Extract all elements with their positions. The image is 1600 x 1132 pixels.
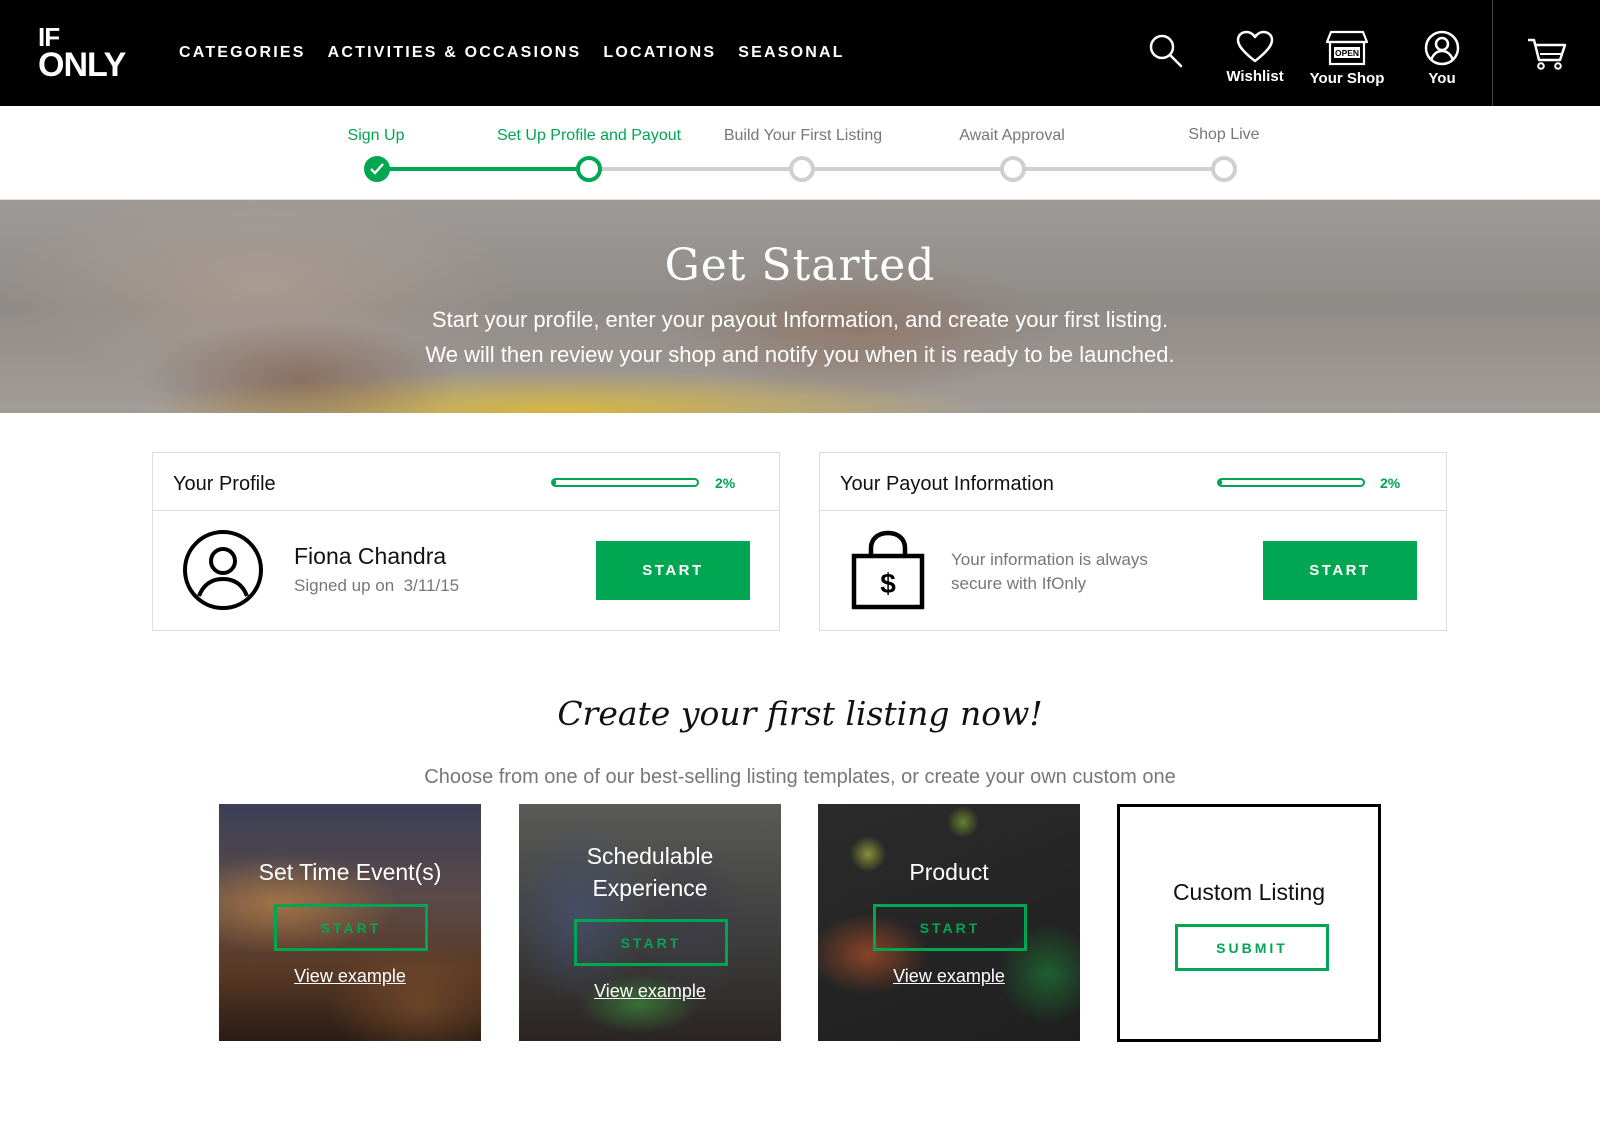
hero-title: Get Started — [664, 240, 936, 291]
template-label-set-time-event: Set Time Event(s) — [258, 859, 442, 885]
signup-date: Signed up on 3/11/15 — [294, 576, 459, 596]
secure-lock-icon: $ — [851, 530, 925, 610]
payout-progress-percent: 2% — [1380, 475, 1401, 491]
payout-card: Your Payout Information 2% $ Your inform… — [819, 452, 1447, 631]
template-label-schedulable-experience: Schedulable Experience — [519, 840, 781, 904]
profile-name: Fiona Chandra — [294, 543, 447, 569]
account-button[interactable]: You — [1422, 30, 1462, 87]
ifonly-logo[interactable]: IF ONLY — [38, 24, 142, 84]
payout-card-title: Your Payout Information — [840, 473, 1054, 495]
template-tile-schedulable-experience[interactable]: Schedulable Experience START View exampl… — [519, 804, 781, 1041]
shop-sign-text: OPEN — [1335, 48, 1359, 58]
nav-seasonal[interactable]: SEASONAL — [738, 44, 845, 62]
nav-locations[interactable]: LOCATIONS — [603, 44, 716, 62]
payout-security-note: Your information is always secure with I… — [951, 548, 1191, 596]
template-tile-set-time-event[interactable]: Set Time Event(s) START View example — [219, 804, 481, 1041]
cart-button[interactable] — [1526, 36, 1568, 70]
payout-card-header: Your Payout Information 2% — [820, 453, 1446, 511]
checkmark-icon — [370, 163, 384, 175]
you-label: You — [1428, 70, 1456, 87]
logo-line-2: ONLY — [38, 46, 126, 84]
main-nav: CATEGORIES ACTIVITIES & OCCASIONS LOCATI… — [179, 44, 845, 62]
hero-banner: Get Started Start your profile, enter yo… — [0, 200, 1600, 413]
your-shop-button[interactable]: OPEN Your Shop — [1309, 30, 1385, 87]
shop-open-icon: OPEN — [1325, 30, 1369, 66]
step-label-profile-payout: Set Up Profile and Payout — [496, 127, 682, 144]
profile-card-title: Your Profile — [173, 473, 276, 495]
signup-date-value: 3/11/15 — [403, 576, 460, 595]
listing-section-subtitle: Choose from one of our best-selling list… — [424, 766, 1176, 788]
dollar-sign: $ — [880, 568, 896, 599]
step-dot-await-approval — [1000, 156, 1026, 182]
onboarding-stepper: Sign Up Set Up Profile and Payout Build … — [0, 106, 1600, 200]
step-label-first-listing: Build Your First Listing — [723, 127, 883, 144]
user-icon — [1424, 30, 1460, 66]
step-label-sign-up: Sign Up — [347, 127, 405, 144]
profile-progress-percent: 2% — [715, 475, 736, 491]
template-tile-product[interactable]: Product START View example — [818, 804, 1080, 1041]
step-dot-first-listing — [789, 156, 815, 182]
payout-progress-fill — [1219, 480, 1222, 485]
signup-date-label: Signed up on — [294, 576, 395, 595]
hero-subtitle-line-2: We will then review your shop and notify… — [425, 342, 1175, 367]
step-dot-shop-live — [1211, 156, 1237, 182]
profile-card-header: Your Profile 2% — [153, 453, 779, 511]
wishlist-label: Wishlist — [1226, 68, 1284, 85]
set-time-event-view-example-link[interactable]: View example — [219, 966, 481, 987]
hero-subtitle-line-1: Start your profile, enter your payout In… — [431, 307, 1169, 332]
schedulable-experience-start-button[interactable]: START — [574, 919, 728, 966]
step-label-await-approval: Await Approval — [959, 127, 1065, 144]
profile-start-button[interactable]: START — [596, 541, 750, 600]
product-view-example-link[interactable]: View example — [818, 966, 1080, 987]
step-dot-sign-up — [364, 156, 390, 182]
step-track-complete — [377, 167, 589, 171]
wishlist-button[interactable]: Wishlist — [1222, 30, 1288, 85]
template-tile-custom-listing[interactable]: Custom Listing SUBMIT — [1117, 804, 1381, 1042]
search-icon — [1149, 34, 1183, 68]
payout-start-button[interactable]: START — [1263, 541, 1417, 600]
avatar-icon — [183, 530, 263, 610]
header-divider — [1492, 0, 1493, 106]
heart-icon — [1236, 30, 1274, 63]
payout-note-line-2: secure with IfOnly — [951, 574, 1087, 593]
template-label-line-2: Experience — [592, 875, 708, 901]
search-button[interactable] — [1148, 33, 1184, 69]
template-label-product: Product — [909, 859, 989, 885]
nav-activities-occasions[interactable]: ACTIVITIES & OCCASIONS — [328, 44, 582, 62]
product-start-button[interactable]: START — [873, 904, 1027, 951]
payout-note-line-1: Your information is always — [951, 550, 1148, 569]
profile-card: Your Profile 2% Fiona Chandra Signed up … — [152, 452, 780, 631]
profile-progress-bar — [551, 478, 699, 487]
nav-categories[interactable]: CATEGORIES — [179, 44, 306, 62]
schedulable-experience-view-example-link[interactable]: View example — [519, 981, 781, 1002]
step-dot-profile-payout — [576, 156, 602, 182]
profile-progress-fill — [553, 480, 556, 485]
step-label-shop-live: Shop Live — [1188, 126, 1260, 143]
template-label-line-1: Schedulable — [586, 843, 714, 869]
cart-icon — [1528, 38, 1567, 70]
template-label-custom-listing: Custom Listing — [1172, 879, 1326, 905]
step-track-remaining — [589, 167, 1225, 171]
top-navigation-bar: IF ONLY CATEGORIES ACTIVITIES & OCCASION… — [0, 0, 1600, 106]
your-shop-label: Your Shop — [1309, 70, 1385, 87]
set-time-event-start-button[interactable]: START — [274, 904, 428, 951]
listing-section-title: Create your first listing now! — [557, 694, 1043, 733]
payout-progress-bar — [1217, 478, 1365, 487]
custom-listing-submit-button[interactable]: SUBMIT — [1175, 924, 1329, 971]
